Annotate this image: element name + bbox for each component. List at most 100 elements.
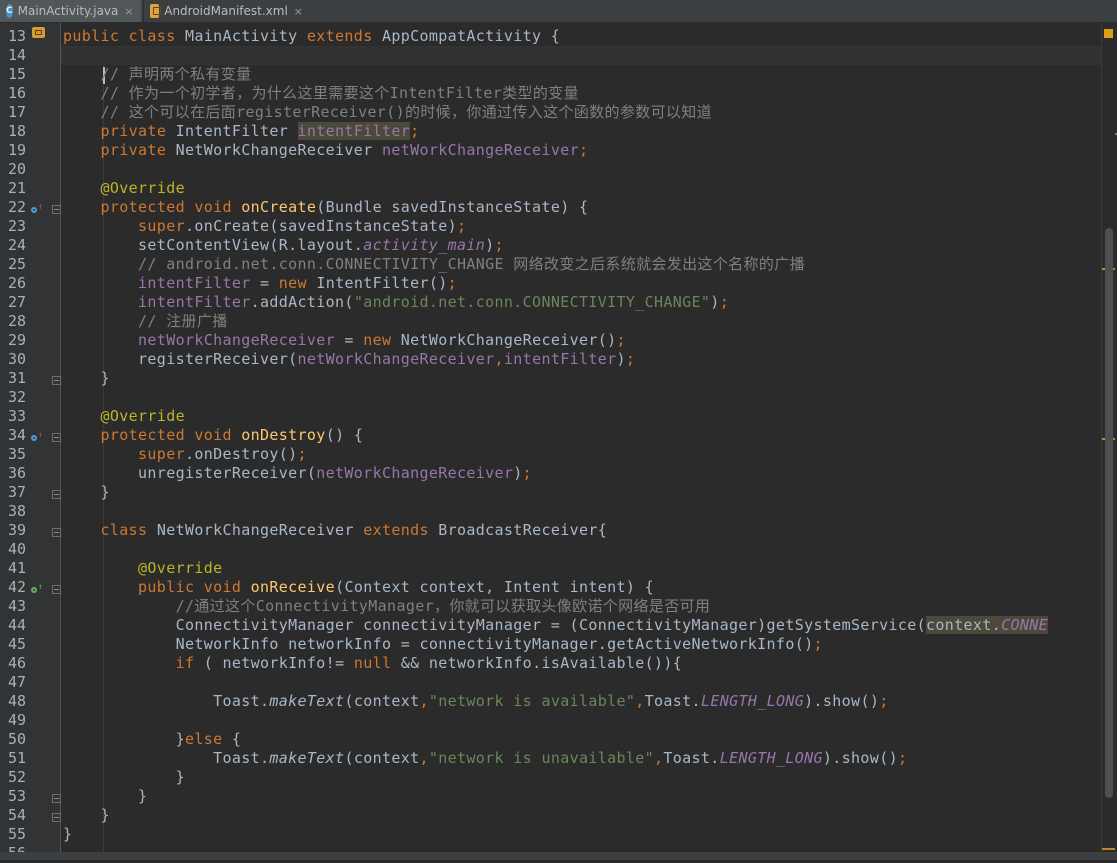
code-line[interactable]: }else { — [63, 730, 1048, 749]
code-line[interactable] — [63, 540, 1048, 559]
code-token: new — [278, 274, 317, 292]
code-line[interactable]: super.onCreate(savedInstanceState); — [63, 217, 1048, 236]
code-token: unregisterReceiver( — [63, 464, 317, 482]
code-line[interactable]: setContentView(R.layout.activity_main); — [63, 236, 1048, 255]
code-token: ).show() — [804, 692, 880, 710]
code-line[interactable]: intentFilter = new IntentFilter(); — [63, 274, 1048, 293]
inspection-status-icon[interactable] — [1104, 29, 1113, 38]
code-token: .onDestroy() — [184, 445, 298, 463]
code-line[interactable]: class NetWorkChangeReceiver extends Broa… — [63, 521, 1048, 540]
warning-marker[interactable] — [1102, 848, 1115, 850]
code-line[interactable] — [63, 160, 1048, 179]
close-icon[interactable]: × — [124, 5, 133, 18]
fold-toggle[interactable] — [52, 433, 61, 442]
code-line[interactable] — [63, 673, 1048, 692]
code-line[interactable]: private IntentFilter intentFilter; — [63, 122, 1048, 141]
code-line[interactable]: intentFilter.addAction("android.net.conn… — [63, 293, 1048, 312]
code-line[interactable]: protected void onDestroy() { — [63, 426, 1048, 445]
fold-toggle[interactable] — [52, 813, 61, 822]
code-line[interactable]: unregisterReceiver(netWorkChangeReceiver… — [63, 464, 1048, 483]
code-line[interactable] — [63, 388, 1048, 407]
code-line[interactable]: public void onReceive(Context context, I… — [63, 578, 1048, 597]
code-token: makeText — [269, 749, 345, 767]
code-line[interactable]: Toast.makeText(context,"network is avail… — [63, 692, 1048, 711]
line-number: 19 — [7, 141, 26, 159]
code-line[interactable]: // android.net.conn.CONNECTIVITY_CHANGE … — [63, 255, 1048, 274]
code-line[interactable]: // 注册广播 — [63, 312, 1048, 331]
fold-toggle[interactable] — [52, 205, 61, 214]
code-line[interactable]: if ( networkInfo!= null && networkInfo.i… — [63, 654, 1048, 673]
code-line[interactable]: //通过这个ConnectivityManager，你就可以获取头像欧诺个网络是… — [63, 597, 1048, 616]
code-token: () { — [325, 426, 364, 444]
tab-android-manifest-xml[interactable]: AndroidManifest.xml × — [143, 0, 311, 22]
code-line[interactable]: public class MainActivity extends AppCom… — [63, 27, 1048, 46]
code-line[interactable] — [63, 46, 1048, 65]
editor-tab-bar: C MainActivity.java × AndroidManifest.xm… — [0, 0, 1117, 23]
code-token: private — [100, 122, 176, 140]
line-number: 36 — [7, 464, 26, 482]
code-line[interactable]: @Override — [63, 407, 1048, 426]
code-line[interactable]: netWorkChangeReceiver = new NetWorkChang… — [63, 331, 1048, 350]
code-line[interactable]: } — [63, 787, 1048, 806]
code-line[interactable]: @Override — [63, 559, 1048, 578]
code-content[interactable]: public class MainActivity extends AppCom… — [63, 27, 1048, 860]
code-token: , — [494, 350, 504, 368]
code-line[interactable]: Toast.makeText(context,"network is unava… — [63, 749, 1048, 768]
code-line[interactable]: ConnectivityManager connectivityManager … — [63, 616, 1048, 635]
vertical-scrollbar-thumb[interactable] — [1105, 228, 1113, 798]
code-line[interactable]: NetworkInfo networkInfo = connectivityMa… — [63, 635, 1048, 654]
fold-toggle[interactable] — [52, 794, 61, 803]
code-token: onCreate — [241, 198, 317, 216]
line-number: 15 — [7, 65, 26, 83]
code-line[interactable]: } — [63, 825, 1048, 844]
code-line[interactable]: // 作为一个初学者，为什么这里需要这个IntentFilter类型的变量 — [63, 84, 1048, 103]
code-line[interactable]: // 这个可以在后面registerReceiver()的时候，你通过传入这个函… — [63, 103, 1048, 122]
code-line[interactable]: protected void onCreate(Bundle savedInst… — [63, 198, 1048, 217]
override-method-icon[interactable]: ↑ — [31, 203, 45, 215]
code-token: // 这个可以在后面registerReceiver()的时候，你通过传入这个函… — [63, 103, 712, 121]
tab-main-activity-java[interactable]: C MainActivity.java × — [0, 0, 141, 22]
code-line[interactable]: } — [63, 806, 1048, 825]
code-token: "android.net.conn.CONNECTIVITY_CHANGE" — [353, 293, 711, 311]
code-line[interactable]: super.onDestroy(); — [63, 445, 1048, 464]
override-method-icon[interactable]: ↑ — [31, 431, 45, 443]
code-line[interactable]: } — [63, 369, 1048, 388]
code-line[interactable]: @Override — [63, 179, 1048, 198]
line-number: 16 — [7, 84, 26, 102]
code-token: BroadcastReceiver{ — [438, 521, 608, 539]
code-line[interactable]: // 声明两个私有变量 — [63, 65, 1048, 84]
code-line[interactable]: } — [63, 483, 1048, 502]
editor-gutter[interactable]: 13 14 15 16 17 18 19 20 21 22 23 24 25 26 27 28 29 30 31 32… — [0, 23, 61, 862]
line-number: 38 — [7, 502, 26, 520]
code-line[interactable]: registerReceiver(netWorkChangeReceiver,i… — [63, 350, 1048, 369]
code-line[interactable] — [63, 502, 1048, 521]
line-number: 45 — [7, 635, 26, 653]
code-editor[interactable]: public class MainActivity extends AppCom… — [61, 23, 1101, 860]
class-icon[interactable] — [32, 27, 45, 38]
line-number: 53 — [7, 787, 26, 805]
code-token: ; — [447, 274, 458, 292]
code-line[interactable]: private NetWorkChangeReceiver netWorkCha… — [63, 141, 1048, 160]
code-token: protected void — [100, 426, 242, 444]
close-icon[interactable]: × — [294, 5, 303, 18]
implement-method-icon[interactable]: ↑ — [31, 583, 45, 595]
code-line[interactable]: } — [63, 768, 1048, 787]
fold-toggle[interactable] — [52, 528, 61, 537]
line-number: 18 — [7, 122, 26, 140]
code-line[interactable] — [63, 711, 1048, 730]
code-token: Toast. — [63, 692, 270, 710]
fold-toggle[interactable] — [52, 490, 61, 499]
fold-toggle[interactable] — [52, 376, 61, 385]
code-token: ) — [485, 236, 495, 254]
code-token: ; — [813, 635, 823, 653]
line-number: 22 — [7, 198, 26, 216]
line-number: 17 — [7, 103, 26, 121]
code-token: AppCompatActivity { — [381, 27, 561, 45]
code-token: public class — [63, 27, 185, 45]
fold-toggle[interactable] — [52, 585, 61, 594]
error-stripe[interactable] — [1101, 23, 1117, 860]
